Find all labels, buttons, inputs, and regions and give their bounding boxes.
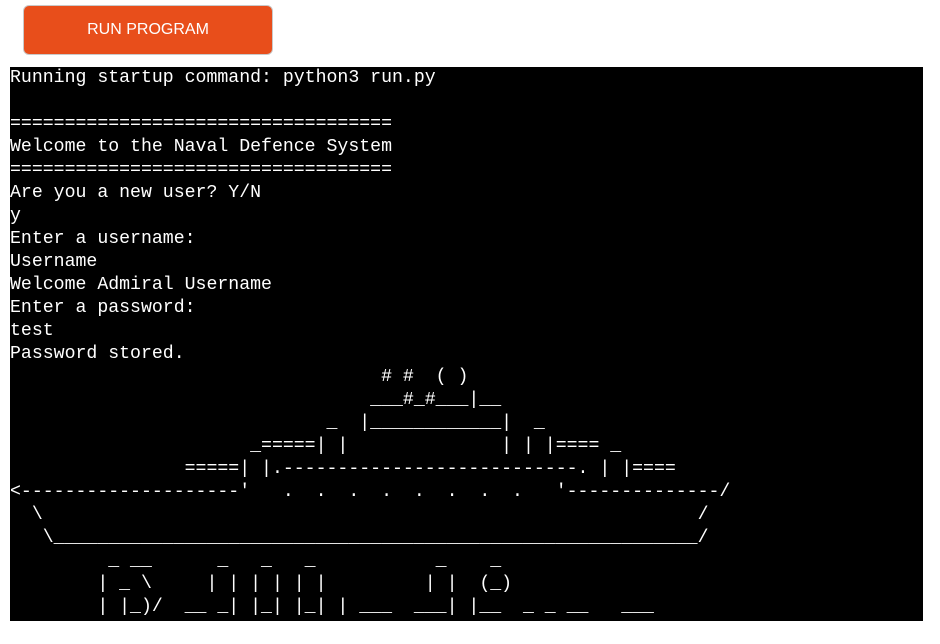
terminal-line: Welcome Admiral Username	[10, 275, 272, 295]
terminal-line: Username	[10, 252, 98, 272]
page: RUN PROGRAM Running startup command: pyt…	[0, 0, 940, 644]
ascii-art-line: <--------------------' . . . . . . . . '…	[10, 482, 731, 502]
terminal-line: Enter a username:	[10, 229, 196, 249]
ascii-art-line: =====| |.---------------------------. | …	[10, 459, 676, 479]
terminal-line: Password stored.	[10, 344, 185, 364]
ascii-art-line: | |_)/ __ _| |_| |_| | ___ ___| |__ _ _ …	[10, 597, 654, 617]
ascii-art-line: ___#_#___|__	[10, 390, 502, 410]
ascii-art-line: \_______________________________________…	[10, 528, 709, 548]
ascii-art-line: _=====| | | | |==== _	[10, 436, 622, 456]
terminal-line: ===================================	[10, 160, 392, 180]
ascii-art-line: \ /	[10, 505, 709, 525]
terminal-output: Running startup command: python3 run.py …	[10, 67, 730, 619]
terminal-window[interactable]: Running startup command: python3 run.py …	[10, 67, 923, 621]
ascii-art-line: | _ \ | | | | | | | | (_)	[10, 574, 513, 594]
ascii-art-line: _ __ _ _ _ _ _	[10, 551, 502, 571]
run-program-button[interactable]: RUN PROGRAM	[23, 5, 273, 55]
terminal-line: Enter a password:	[10, 298, 196, 318]
terminal-line: Running startup command: python3 run.py	[10, 68, 436, 88]
terminal-line: Welcome to the Naval Defence System	[10, 137, 392, 157]
ascii-art-line: _ |____________| _	[10, 413, 545, 433]
terminal-line: Are you a new user? Y/N	[10, 183, 262, 203]
ascii-art-line: # # ( )	[10, 367, 469, 387]
terminal-line: y	[10, 206, 21, 226]
terminal-line: ===================================	[10, 114, 392, 134]
terminal-line: test	[10, 321, 54, 341]
